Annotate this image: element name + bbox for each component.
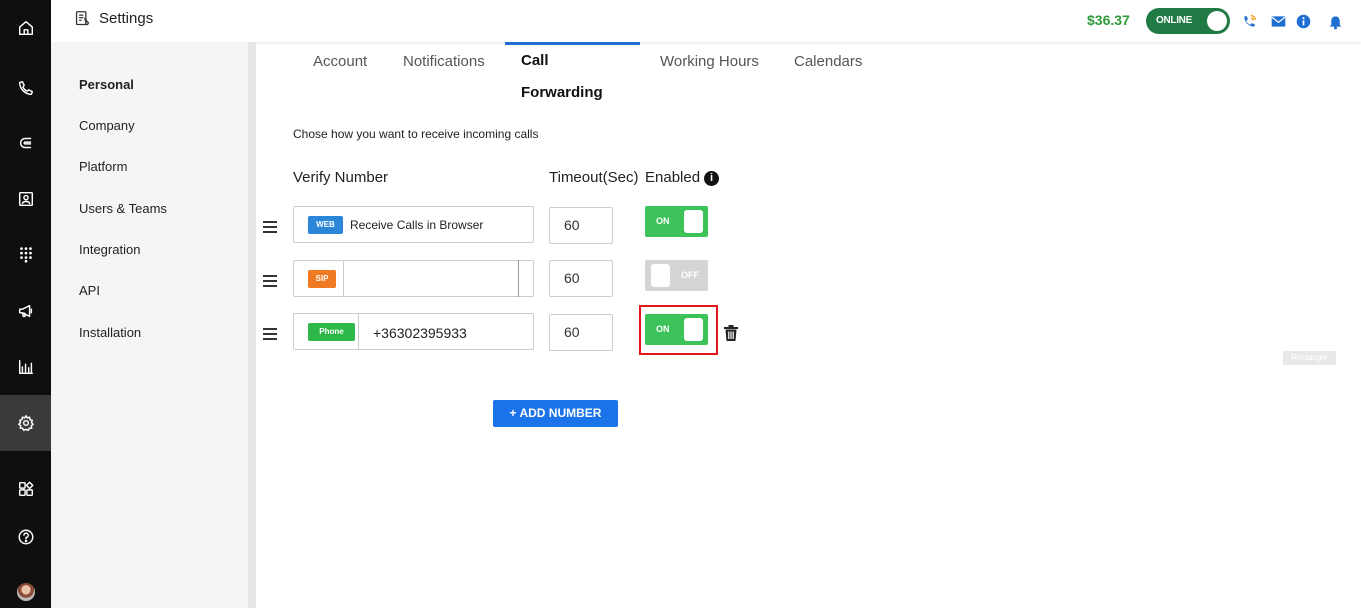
- sidebar-item-installation[interactable]: Installation: [79, 325, 141, 340]
- home-icon: [18, 20, 33, 36]
- row-drag-handle[interactable]: [263, 221, 277, 233]
- sidebar-item-personal[interactable]: Personal: [79, 77, 134, 92]
- field-divider: [518, 260, 519, 297]
- toggle-knob: [684, 210, 703, 233]
- tab-calendars[interactable]: Calendars: [778, 44, 878, 84]
- sidebar-item-integration[interactable]: Integration: [79, 242, 140, 257]
- enabled-info-icon[interactable]: i: [704, 171, 720, 186]
- column-header-enabled-label: Enabled: [645, 169, 701, 186]
- row-drag-handle[interactable]: [263, 275, 277, 287]
- rail-dialpad[interactable]: [0, 226, 51, 282]
- sidebar-item-company[interactable]: Company: [79, 118, 135, 133]
- timeout-input[interactable]: 60: [549, 314, 613, 351]
- field-divider: [358, 313, 359, 350]
- toggle-knob: [651, 264, 670, 287]
- dialpad-icon: [19, 247, 32, 263]
- tab-call-forwarding[interactable]: Call Forwarding: [505, 42, 640, 101]
- rail-contacts[interactable]: [0, 171, 51, 227]
- tab-notifications[interactable]: Notifications: [387, 44, 501, 84]
- row-drag-handle[interactable]: [263, 328, 277, 340]
- status-toggle[interactable]: ONLINE: [1146, 8, 1230, 34]
- contact-card-icon: [18, 191, 33, 207]
- info-button[interactable]: [1292, 10, 1314, 32]
- call-status-button[interactable]: [1238, 10, 1260, 32]
- bell-icon: [1329, 15, 1341, 29]
- sidebar-divider: [248, 42, 256, 608]
- tab-account[interactable]: Account: [297, 44, 383, 84]
- messages-button[interactable]: [1267, 10, 1289, 32]
- number-field-phone[interactable]: Phone +36302395933: [293, 313, 534, 350]
- enabled-toggle[interactable]: OFF: [645, 260, 708, 291]
- rail-settings[interactable]: [0, 395, 51, 451]
- column-header-timeout: Timeout(Sec): [549, 169, 639, 186]
- info-icon: [1296, 14, 1310, 28]
- column-header-number: Verify Number: [293, 169, 389, 186]
- enabled-toggle[interactable]: ON: [645, 206, 708, 237]
- highlight-rectangle: [639, 305, 718, 355]
- badge-web: WEB: [308, 216, 343, 234]
- phone-wifi-icon: [1243, 14, 1256, 27]
- number-field-web[interactable]: WEB Receive Calls in Browser: [293, 206, 534, 243]
- magnet-icon: [19, 137, 31, 149]
- notifications-button[interactable]: [1324, 10, 1346, 32]
- user-avatar[interactable]: [17, 583, 35, 601]
- timeout-input[interactable]: 60: [549, 207, 613, 244]
- sidebar-item-users-teams[interactable]: Users & Teams: [79, 201, 167, 216]
- rail-analytics[interactable]: [0, 339, 51, 395]
- sidebar-item-platform[interactable]: Platform: [79, 159, 127, 174]
- help-icon: [18, 529, 33, 545]
- sidebar-item-api[interactable]: API: [79, 283, 100, 298]
- rail-campaigns[interactable]: [0, 283, 51, 339]
- section-description: Chose how you want to receive incoming c…: [293, 127, 539, 141]
- megaphone-icon: [18, 304, 32, 318]
- toggle-label: ON: [656, 216, 670, 226]
- trash-icon[interactable]: [723, 324, 739, 342]
- number-value: +36302395933: [373, 325, 467, 341]
- number-field-sip[interactable]: SIP: [293, 260, 534, 297]
- tab-working-hours[interactable]: Working Hours: [644, 44, 775, 84]
- rail-calls[interactable]: [0, 60, 51, 116]
- account-balance: $36.37: [1087, 12, 1130, 28]
- page-title-text: Settings: [99, 10, 154, 27]
- column-header-enabled: Enabled i: [645, 169, 720, 186]
- settings-sidebar: Personal Company Platform Users & Teams …: [51, 42, 248, 608]
- badge-sip: SIP: [308, 270, 336, 288]
- status-knob: [1207, 11, 1227, 31]
- chart-icon: [18, 359, 33, 375]
- field-divider: [343, 260, 344, 297]
- status-label: ONLINE: [1156, 15, 1192, 26]
- badge-phone: Phone: [308, 323, 355, 341]
- gear-icon: [17, 415, 34, 432]
- timeout-input[interactable]: 60: [549, 260, 613, 297]
- add-number-button[interactable]: + ADD NUMBER: [493, 400, 618, 427]
- settings-doc-icon: [75, 11, 90, 26]
- rail-home[interactable]: [0, 0, 51, 56]
- number-value: Receive Calls in Browser: [350, 218, 484, 232]
- mail-icon: [1271, 15, 1285, 27]
- rail-help[interactable]: [0, 509, 51, 565]
- apps-icon: [18, 481, 33, 497]
- toggle-label: OFF: [681, 270, 699, 280]
- rail-flow[interactable]: [0, 115, 51, 171]
- page-title: Settings: [74, 10, 153, 27]
- phone-icon: [18, 80, 33, 96]
- annotation-tag: Rectangle: [1283, 351, 1336, 365]
- top-bar: Settings $36.37 ONLINE: [51, 0, 1361, 42]
- left-rail: [0, 0, 51, 608]
